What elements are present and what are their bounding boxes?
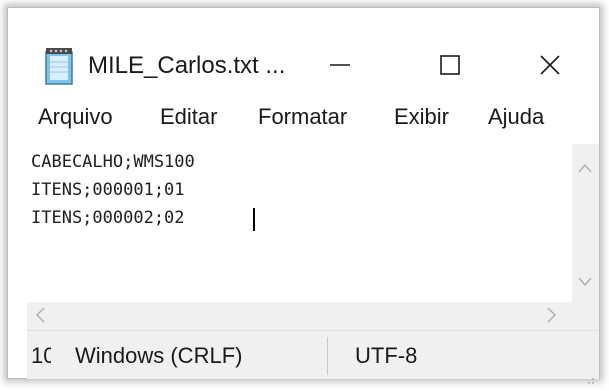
- minimize-button[interactable]: [310, 42, 370, 88]
- chevron-left-icon[interactable]: [35, 307, 45, 326]
- editor-line: CABECALHO;WMS100: [31, 152, 195, 172]
- vertical-scrollbar[interactable]: [572, 144, 599, 302]
- status-divider: [327, 337, 328, 375]
- window-title: MILE_Carlos.txt ...: [88, 52, 286, 79]
- menu-exibir[interactable]: Exibir: [394, 104, 449, 130]
- text-caret: [253, 208, 255, 231]
- notepad-icon: [42, 46, 76, 86]
- editor-line: ITENS;000002;02: [31, 208, 185, 228]
- menu-formatar[interactable]: Formatar: [258, 104, 347, 130]
- resize-grip-icon[interactable]: [585, 365, 595, 384]
- encoding: UTF-8: [355, 343, 418, 368]
- line-endings: Windows (CRLF): [75, 343, 243, 368]
- zoom-clip: 100: [31, 331, 51, 380]
- text-editor[interactable]: CABECALHO;WMS100 ITENS;000001;01 ITENS;0…: [27, 144, 572, 302]
- editor-line: ITENS;000001;01: [31, 180, 185, 200]
- close-button[interactable]: [520, 42, 580, 88]
- maximize-button[interactable]: [420, 42, 480, 88]
- horizontal-scrollbar[interactable]: [27, 302, 572, 330]
- scrollbar-corner: [572, 302, 599, 330]
- notepad-window: MILE_Carlos.txt ... Arquivo Editar Forma…: [7, 7, 600, 384]
- chevron-up-icon[interactable]: [578, 158, 592, 176]
- menu-editar[interactable]: Editar: [160, 104, 217, 130]
- menu-ajuda[interactable]: Ajuda: [488, 104, 544, 130]
- minimize-icon: [330, 64, 350, 66]
- menu-arquivo[interactable]: Arquivo: [38, 104, 113, 130]
- status-bar: 100 Windows (CRLF) UTF-8: [27, 330, 599, 384]
- chevron-right-icon[interactable]: [547, 307, 557, 326]
- menu-bar: Arquivo Editar Formatar Exibir Ajuda: [8, 100, 599, 142]
- zoom-level: 100: [31, 343, 51, 368]
- maximize-icon: [440, 55, 460, 75]
- chevron-down-icon[interactable]: [578, 272, 592, 290]
- close-icon: [540, 55, 560, 75]
